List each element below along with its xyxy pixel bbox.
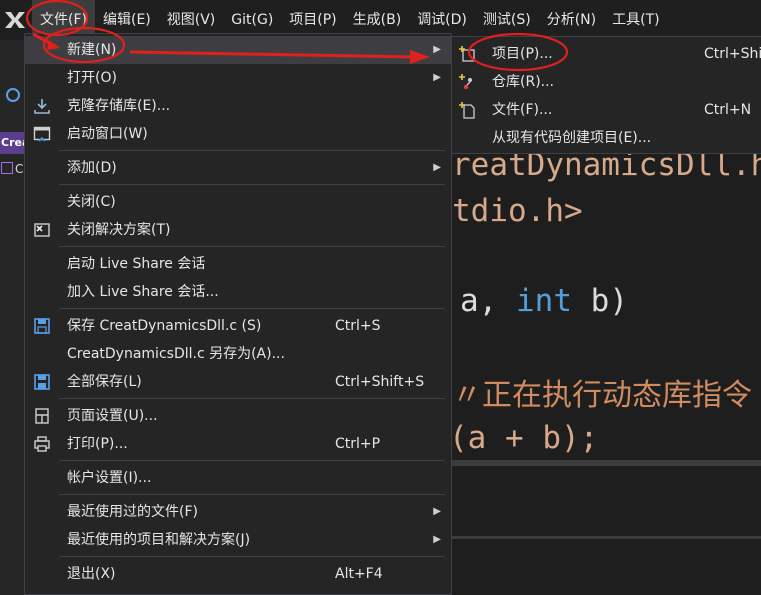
code-line-include-stdio: tdio.h>	[452, 193, 583, 229]
page-setup-icon	[33, 407, 51, 425]
menu-item-recent-files[interactable]: 最近使用过的文件(F) ▶	[25, 498, 451, 526]
menu-item-close-label: 关闭(C)	[67, 194, 116, 210]
submenu-item-from-existing-code[interactable]: 从现有代码创建项目(E)...	[452, 124, 761, 152]
code-keyword-int: int	[516, 283, 572, 319]
menu-item-exit-shortcut: Alt+F4	[335, 566, 383, 582]
menu-item-print[interactable]: 打印(P)... Ctrl+P	[25, 430, 451, 458]
menu-item-account-settings[interactable]: 帐户设置(I)...	[25, 464, 451, 492]
menu-tools[interactable]: 工具(T)	[604, 0, 667, 40]
submenu-item-new-repository-label: 仓库(R)...	[492, 74, 555, 90]
menu-item-start-window[interactable]: 启动窗口(W)	[25, 120, 451, 148]
submenu-item-new-project-label: 项目(P)...	[492, 46, 553, 62]
menu-item-save-all[interactable]: 全部保存(L) Ctrl+Shift+S	[25, 368, 451, 396]
submenu-item-new-project[interactable]: 项目(P)... Ctrl+Shi	[452, 40, 761, 68]
submenu-arrow-icon: ▶	[433, 506, 441, 517]
document-tab-label: Creat	[1, 136, 24, 149]
new-project-icon	[458, 45, 476, 63]
file-menu-dropdown: 新建(N) ▶ 打开(O) ▶ 克隆存储库(E)... 启动窗口(W) 添加(D…	[24, 33, 452, 595]
save-all-icon	[33, 373, 51, 391]
submenu-item-new-project-shortcut: Ctrl+Shi	[704, 46, 761, 62]
submenu-item-new-file-label: 文件(F)...	[492, 102, 553, 118]
menu-item-print-label: 打印(P)...	[67, 436, 128, 452]
submenu-arrow-icon: ▶	[433, 534, 441, 545]
menu-item-exit[interactable]: 退出(X) Alt+F4	[25, 560, 451, 588]
menu-item-recent-files-label: 最近使用过的文件(F)	[67, 504, 198, 520]
start-window-icon	[33, 125, 51, 143]
new-submenu: 项目(P)... Ctrl+Shi 仓库(R)... 文件(F)... Ctrl…	[451, 36, 761, 154]
menu-separator	[59, 556, 445, 557]
menu-separator	[59, 150, 445, 151]
menu-item-recent-projects-label: 最近使用的项目和解决方案(J)	[67, 532, 251, 548]
menu-item-open[interactable]: 打开(O) ▶	[25, 64, 451, 92]
menu-item-account-label: 帐户设置(I)...	[67, 470, 152, 486]
code-line-return: (a + b);	[449, 420, 599, 456]
code-line-params: a, int b)	[460, 283, 628, 319]
editor-divider-bottom	[452, 536, 761, 539]
menu-item-start-live-share-label: 启动 Live Share 会话	[67, 256, 206, 272]
submenu-arrow-icon: ▶	[433, 44, 441, 55]
menu-item-save-shortcut: Ctrl+S	[335, 318, 381, 334]
menu-item-open-label: 打开(O)	[67, 70, 117, 86]
submenu-item-new-repository[interactable]: 仓库(R)...	[452, 68, 761, 96]
solution-item[interactable]: C	[0, 160, 24, 178]
menu-item-page-setup-label: 页面设置(U)...	[67, 408, 158, 424]
clone-download-icon	[33, 97, 51, 115]
menu-item-add-label: 添加(D)	[67, 160, 117, 176]
visual-studio-logo-icon[interactable]	[2, 7, 28, 33]
menu-item-save[interactable]: 保存 CreatDynamicsDll.c (S) Ctrl+S	[25, 312, 451, 340]
submenu-item-new-file-shortcut: Ctrl+N	[704, 102, 752, 118]
save-icon	[33, 317, 51, 335]
new-repository-icon	[458, 73, 476, 91]
code-param-a: a,	[460, 283, 516, 319]
left-toolbar-strip: Creat C	[0, 40, 24, 595]
menu-item-add[interactable]: 添加(D) ▶	[25, 154, 451, 182]
code-param-b: b)	[572, 283, 628, 319]
document-tab[interactable]: Creat	[0, 132, 24, 154]
menu-analyze[interactable]: 分析(N)	[539, 0, 604, 40]
menu-item-save-label: 保存 CreatDynamicsDll.c (S)	[67, 318, 262, 334]
menu-test[interactable]: 测试(S)	[475, 0, 539, 40]
menu-item-page-setup[interactable]: 页面设置(U)...	[25, 402, 451, 430]
menu-item-save-as-label: CreatDynamicsDll.c 另存为(A)...	[67, 346, 285, 362]
menu-item-start-window-label: 启动窗口(W)	[67, 126, 148, 142]
menu-separator	[59, 308, 445, 309]
menu-item-join-live-share[interactable]: 加入 Live Share 会话...	[25, 278, 451, 306]
menu-item-clone-repo[interactable]: 克隆存储库(E)...	[25, 92, 451, 120]
menu-item-close-solution-label: 关闭解决方案(T)	[67, 222, 171, 238]
menu-item-print-shortcut: Ctrl+P	[335, 436, 381, 452]
submenu-item-from-existing-label: 从现有代码创建项目(E)...	[492, 130, 652, 146]
close-solution-icon	[33, 221, 51, 239]
solution-item-label: C	[15, 162, 24, 176]
menu-separator	[59, 398, 445, 399]
menu-separator	[59, 494, 445, 495]
menu-separator	[59, 184, 445, 185]
menu-item-new[interactable]: 新建(N) ▶	[25, 36, 451, 64]
editor-divider	[452, 460, 761, 466]
menu-item-new-label: 新建(N)	[67, 42, 117, 58]
menu-separator	[59, 246, 445, 247]
menu-item-recent-projects[interactable]: 最近使用的项目和解决方案(J) ▶	[25, 526, 451, 554]
menu-separator	[59, 460, 445, 461]
submenu-arrow-icon: ▶	[433, 72, 441, 83]
menu-item-start-live-share[interactable]: 启动 Live Share 会话	[25, 250, 451, 278]
menu-item-save-all-shortcut: Ctrl+Shift+S	[335, 374, 425, 390]
project-icon	[1, 162, 13, 174]
submenu-item-new-file[interactable]: 文件(F)... Ctrl+N	[452, 96, 761, 124]
menu-item-save-all-label: 全部保存(L)	[67, 374, 142, 390]
menu-item-save-as[interactable]: CreatDynamicsDll.c 另存为(A)...	[25, 340, 451, 368]
printer-icon	[33, 435, 51, 453]
back-icon[interactable]	[6, 88, 20, 102]
menu-item-clone-label: 克隆存储库(E)...	[67, 98, 171, 114]
new-file-icon	[458, 101, 476, 119]
menu-item-close[interactable]: 关闭(C)	[25, 188, 451, 216]
menu-item-close-solution[interactable]: 关闭解决方案(T)	[25, 216, 451, 244]
code-line-comment: 〃正在执行动态库指令	[452, 378, 752, 413]
submenu-arrow-icon: ▶	[433, 162, 441, 173]
menu-item-exit-label: 退出(X)	[67, 566, 116, 582]
menu-item-join-live-share-label: 加入 Live Share 会话...	[67, 284, 219, 300]
